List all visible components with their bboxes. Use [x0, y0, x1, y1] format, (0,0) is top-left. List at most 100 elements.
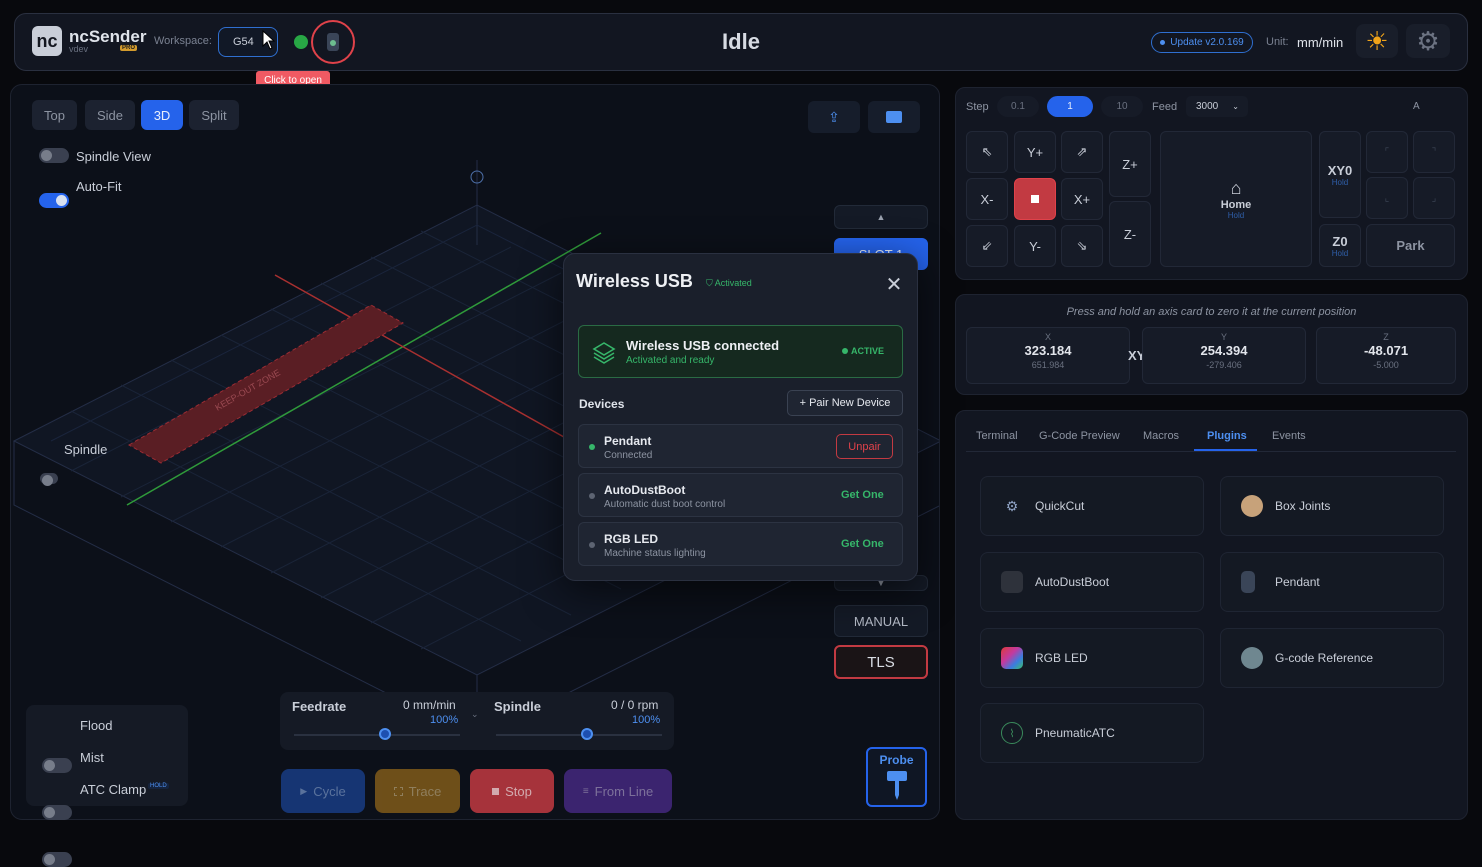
- device-name: AutoDustBoot: [604, 483, 686, 497]
- jog-yminus-button[interactable]: Y-: [1014, 225, 1056, 267]
- feed-label: Feed: [1152, 101, 1178, 113]
- plugin-card-pneumaticatc[interactable]: ⌇ PneumaticATC: [980, 703, 1204, 763]
- step-0.1-button[interactable]: 0.1: [997, 96, 1039, 117]
- spindle-override-track[interactable]: [496, 734, 662, 736]
- jog-yplus-button[interactable]: Y+: [1014, 131, 1056, 173]
- z-axis-label: Z: [1383, 332, 1389, 342]
- jog-xminus-yminus-button[interactable]: ⇙: [966, 225, 1008, 267]
- corner-top-left-button[interactable]: ⌜: [1366, 131, 1408, 173]
- step-1-button[interactable]: 1: [1047, 96, 1093, 117]
- jog-zminus-button[interactable]: Z-: [1109, 201, 1151, 267]
- settings-button[interactable]: ⚙: [1406, 24, 1450, 58]
- unit-value[interactable]: mm/min: [1297, 35, 1343, 50]
- stop-icon: [1031, 195, 1039, 203]
- jog-xminus-button[interactable]: X-: [966, 178, 1008, 220]
- spindle-override-percent: 100%: [632, 714, 661, 726]
- view-side-button[interactable]: Side: [85, 100, 135, 130]
- plugin-card-quickcut[interactable]: ⚙ QuickCut: [980, 476, 1204, 536]
- chevron-down-icon[interactable]: ⌄: [471, 709, 479, 720]
- jog-xplus-button[interactable]: X+: [1061, 178, 1103, 220]
- jog-zplus-button[interactable]: Z+: [1109, 131, 1151, 197]
- feedrate-percent: 100%: [430, 714, 459, 726]
- plugin-name: G-code Reference: [1275, 651, 1374, 665]
- hold-label: Hold: [1331, 177, 1349, 187]
- connection-status-dot: [294, 35, 308, 49]
- from-line-button[interactable]: ≡ From Line: [564, 769, 672, 813]
- tls-button[interactable]: TLS: [834, 645, 928, 679]
- close-button[interactable]: ✕: [884, 272, 904, 297]
- corner-bottom-right-button[interactable]: ⌟: [1413, 177, 1455, 219]
- feedrate-track[interactable]: [294, 734, 460, 736]
- spindle-toggle[interactable]: [40, 473, 58, 486]
- atc-clamp-toggle[interactable]: [42, 852, 72, 867]
- wireless-usb-button[interactable]: [311, 20, 355, 64]
- sun-icon: ☀: [1365, 25, 1389, 56]
- devices-label: Devices: [579, 397, 625, 411]
- view-top-button[interactable]: Top: [32, 100, 77, 130]
- cycle-button[interactable]: ▶ Cycle: [281, 769, 365, 813]
- tab-terminal[interactable]: Terminal: [976, 430, 1018, 442]
- connection-status-card: Wireless USB connected Activated and rea…: [578, 325, 903, 378]
- spindle-view-toggle[interactable]: [39, 148, 69, 163]
- step-10-button[interactable]: 10: [1101, 96, 1143, 117]
- corner-bottom-left-button[interactable]: ⌞: [1366, 177, 1408, 219]
- flood-toggle[interactable]: [42, 758, 72, 773]
- jog-xplus-yminus-button[interactable]: ⇘: [1061, 225, 1103, 267]
- probe-button[interactable]: Probe: [866, 747, 927, 807]
- jog-xplus-yplus-button[interactable]: ⇗: [1061, 131, 1103, 173]
- stop-label: Stop: [505, 783, 532, 799]
- tab-macros[interactable]: Macros: [1143, 430, 1179, 442]
- update-button[interactable]: Update v2.0.169: [1151, 32, 1253, 53]
- status-dot: [589, 542, 595, 548]
- hold-badge: HOLD: [148, 783, 169, 789]
- trace-button[interactable]: Trace: [375, 769, 460, 813]
- stop-button[interactable]: Stop: [470, 769, 554, 813]
- corner-top-right-button[interactable]: ⌝: [1413, 131, 1455, 173]
- auto-fit-label: Auto-Fit: [76, 179, 122, 194]
- theme-toggle-button[interactable]: ☀: [1356, 24, 1398, 58]
- tab-events[interactable]: Events: [1272, 430, 1306, 442]
- y-axis-card[interactable]: Y 254.394 -279.406: [1142, 327, 1306, 384]
- position-hint: Press and hold an axis card to zero it a…: [1066, 306, 1357, 318]
- xy0-button[interactable]: XY0 Hold: [1319, 131, 1361, 218]
- view-split-button[interactable]: Split: [189, 100, 239, 130]
- activated-badge: ⛉ Activated: [706, 278, 752, 288]
- manual-button[interactable]: MANUAL: [834, 605, 928, 637]
- home-button[interactable]: ⌂ Home Hold: [1160, 131, 1312, 267]
- jog-xminus-yplus-button[interactable]: ⇖: [966, 131, 1008, 173]
- plugin-card-pendant[interactable]: Pendant: [1220, 552, 1444, 612]
- slot-up-button[interactable]: ▲: [834, 205, 928, 229]
- device-row: RGB LED Machine status lighting Get One: [578, 522, 903, 566]
- auto-fit-toggle[interactable]: [39, 193, 69, 208]
- plugin-card-rgb-led[interactable]: RGB LED: [980, 628, 1204, 688]
- park-label: Park: [1396, 238, 1425, 253]
- mist-toggle[interactable]: [42, 805, 72, 820]
- plugin-card-autodustboot[interactable]: AutoDustBoot: [980, 552, 1204, 612]
- z-axis-card[interactable]: Z -48.071 -5.000: [1316, 327, 1456, 384]
- home-label: Home: [1220, 199, 1252, 211]
- open-folder-button[interactable]: [868, 101, 920, 133]
- tab-plugins[interactable]: Plugins: [1207, 430, 1247, 442]
- step-label: Step: [966, 101, 989, 113]
- park-button[interactable]: Park: [1366, 224, 1455, 267]
- get-one-button[interactable]: Get One: [841, 538, 884, 550]
- pair-new-device-button[interactable]: + Pair New Device: [787, 390, 903, 416]
- plugin-card-box-joints[interactable]: Box Joints: [1220, 476, 1444, 536]
- z0-button[interactable]: Z0 Hold: [1319, 224, 1361, 267]
- arrow-up-right-icon: ⇗: [1076, 144, 1088, 159]
- get-one-button[interactable]: Get One: [841, 489, 884, 501]
- corner-bl-icon: ⌞: [1384, 192, 1390, 204]
- tab-gcode-preview[interactable]: G-Code Preview: [1039, 430, 1120, 442]
- jog-stop-button[interactable]: [1014, 178, 1056, 220]
- plugin-card-gcode-reference[interactable]: G-code Reference: [1220, 628, 1444, 688]
- hold-label: Hold: [1331, 248, 1349, 258]
- atc-icon: ⌇: [1001, 722, 1023, 744]
- upload-button[interactable]: ⇪: [808, 101, 860, 133]
- view-3d-button[interactable]: 3D: [141, 100, 183, 130]
- unpair-button[interactable]: Unpair: [836, 434, 893, 459]
- feed-select[interactable]: 3000 ⌄: [1186, 96, 1248, 117]
- app-logo: nc: [32, 26, 62, 56]
- x-axis-card[interactable]: X 323.184 651.984: [966, 327, 1130, 384]
- mouse-cursor-icon: [262, 30, 276, 50]
- device-name: Pendant: [604, 434, 652, 448]
